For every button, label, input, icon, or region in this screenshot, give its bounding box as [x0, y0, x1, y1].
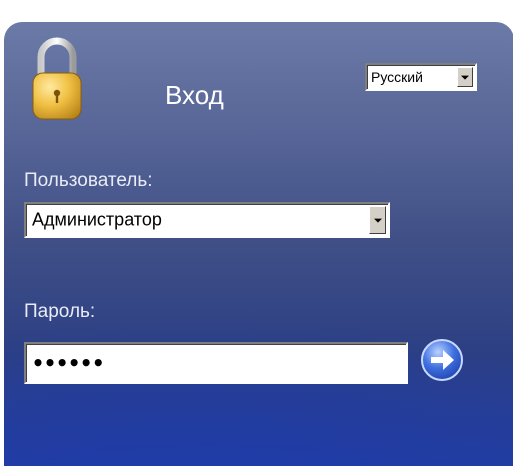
chevron-down-icon[interactable] [457, 67, 473, 87]
page-title: Вход [165, 80, 224, 110]
user-label: Пользователь: [24, 170, 153, 191]
password-label: Пароль: [24, 301, 96, 322]
lock-icon [32, 37, 82, 120]
user-select-value: Администратор [32, 209, 162, 230]
password-field[interactable]: •••••• [24, 342, 408, 384]
user-select[interactable]: Администратор [24, 202, 390, 238]
arrow-right-icon[interactable] [419, 337, 465, 383]
language-select-value: Русский [371, 69, 423, 85]
language-select[interactable]: Русский [365, 63, 477, 91]
chevron-down-icon[interactable] [369, 206, 386, 234]
